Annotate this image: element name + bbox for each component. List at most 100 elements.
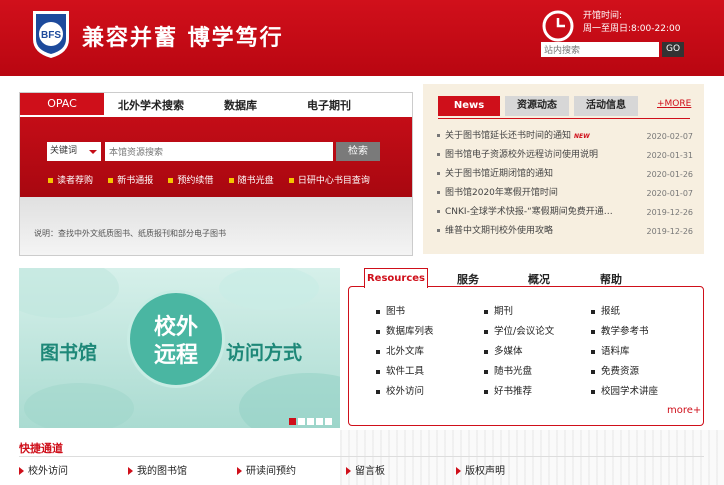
search-field-select[interactable]: 关键词: [47, 142, 101, 161]
bullet-icon: [591, 369, 595, 374]
news-more-link[interactable]: +MORE: [657, 99, 691, 109]
news-item[interactable]: 关于图书馆近期闭馆的通知 2020-01-26: [437, 168, 693, 187]
bullet-icon: [591, 329, 595, 334]
quick-study-room-booking[interactable]: 研读间预约: [237, 462, 296, 477]
logo-text: BFS: [41, 30, 61, 41]
resource-corpus[interactable]: 语料库: [591, 343, 630, 357]
resource-label: 语料库: [601, 346, 630, 357]
bullet-icon: [437, 172, 440, 175]
news-item[interactable]: CNKI-全球学术快报-“寒假期间免费开通… 2019-12-26: [437, 206, 693, 225]
quick-access-title: 快捷通道: [19, 442, 63, 455]
resource-label: 多媒体: [494, 346, 523, 357]
site-search-input[interactable]: [541, 42, 659, 57]
bullet-icon: [228, 178, 234, 183]
resource-label: 图书: [386, 306, 406, 317]
news-item[interactable]: 图书馆2020年寒假开馆时间 2020-01-07: [437, 187, 693, 206]
quick-access-divider: [19, 456, 704, 457]
resource-label: 随书光盘: [494, 366, 533, 377]
clock-icon: [542, 10, 574, 42]
resource-bfsu-repository[interactable]: 北外文库: [376, 343, 424, 357]
news-divider: [438, 118, 690, 119]
link-japan-center-catalog[interactable]: 日研中心书目查询: [288, 173, 370, 186]
link-label: 随书光盘: [237, 176, 274, 186]
bullet-icon: [437, 229, 440, 232]
resource-label: 期刊: [494, 306, 514, 317]
quick-label: 研读间预约: [246, 466, 296, 477]
tab-overview[interactable]: 概况: [528, 271, 550, 287]
resource-multimedia[interactable]: 多媒体: [484, 343, 523, 357]
arrow-right-icon: [237, 467, 242, 475]
opac-note: 说明：查找中外文纸质图书、纸质报刊和部分电子图书: [34, 229, 226, 238]
link-reserve-renew[interactable]: 预约续借: [168, 173, 213, 186]
tab-events[interactable]: 活动信息: [574, 96, 638, 116]
bullet-icon: [484, 389, 488, 394]
tab-databases[interactable]: 数据库: [224, 97, 257, 113]
resource-label: 北外文库: [386, 346, 425, 357]
resource-label: 校外访问: [386, 386, 425, 397]
resource-software-tools[interactable]: 软件工具: [376, 363, 424, 377]
remote-access-banner[interactable]: 图书馆 校外 远程 访问方式: [19, 268, 340, 428]
resource-course-reserves[interactable]: 教学参考书: [591, 323, 649, 337]
resource-books[interactable]: 图书: [376, 303, 405, 317]
link-label: 预约续借: [177, 176, 214, 186]
carousel-dot[interactable]: [325, 418, 332, 425]
link-reader-recommend[interactable]: 读者荐购: [48, 173, 93, 186]
carousel-dot[interactable]: [298, 418, 305, 425]
carousel-dot[interactable]: [307, 418, 314, 425]
quick-off-campus-access[interactable]: 校外访问: [19, 462, 68, 477]
catalog-search-input[interactable]: [105, 142, 333, 161]
tab-services[interactable]: 服务: [457, 271, 479, 287]
news-item[interactable]: 图书馆电子资源校外远程访问使用说明 2020-01-31: [437, 149, 693, 168]
quick-label: 我的图书馆: [137, 466, 187, 477]
catalog-search-button[interactable]: 检索: [336, 142, 380, 161]
resource-label: 教学参考书: [601, 326, 649, 337]
link-label: 日研中心书目查询: [297, 176, 370, 186]
resource-free[interactable]: 免费资源: [591, 363, 639, 377]
news-item[interactable]: 关于图书馆延长还书时间的通知 NEW 2020-02-07: [437, 130, 693, 149]
bullet-icon: [437, 153, 440, 156]
tab-opac[interactable]: OPAC: [20, 93, 104, 115]
tab-resource-updates[interactable]: 资源动态: [505, 96, 569, 116]
resource-theses[interactable]: 学位/会议论文: [484, 323, 554, 337]
bullet-icon: [48, 178, 53, 183]
resource-label: 数据库列表: [386, 326, 434, 337]
site-search-go-button[interactable]: GO: [662, 42, 684, 57]
bullet-icon: [168, 178, 174, 183]
resource-campus-lectures[interactable]: 校园学术讲座: [591, 383, 658, 397]
arrow-right-icon: [456, 467, 461, 475]
resource-off-campus-access[interactable]: 校外访问: [376, 383, 424, 397]
building-sketch-decoration: [340, 430, 724, 485]
resource-book-recommendations[interactable]: 好书推荐: [484, 383, 532, 397]
carousel-dot[interactable]: [316, 418, 323, 425]
university-logo[interactable]: BFS: [29, 9, 73, 59]
resource-book-cd[interactable]: 随书光盘: [484, 363, 532, 377]
link-new-books[interactable]: 新书通报: [108, 173, 153, 186]
resources-panel: 图书 期刊 报纸 数据库列表 学位/会议论文 教学参考书 北外文库 多媒体 语料…: [348, 286, 704, 426]
news-title: 图书馆2020年寒假开馆时间: [445, 188, 558, 198]
chevron-down-icon: [89, 150, 97, 154]
bullet-icon: [484, 349, 488, 354]
resource-database-list[interactable]: 数据库列表: [376, 323, 434, 337]
search-field-value: 关键词: [50, 146, 78, 156]
tab-help[interactable]: 帮助: [600, 271, 622, 287]
news-item[interactable]: 维普中文期刊校外使用攻略 2019-12-26: [437, 225, 693, 244]
tab-news[interactable]: News: [438, 96, 500, 116]
quick-message-board[interactable]: 留言板: [346, 462, 385, 477]
carousel-dot[interactable]: [289, 418, 296, 425]
carousel-dots: [287, 417, 332, 428]
tab-ejournals[interactable]: 电子期刊: [307, 97, 351, 113]
news-date: 2020-01-31: [646, 151, 694, 160]
bullet-icon: [288, 178, 294, 183]
resource-label: 报纸: [601, 306, 621, 317]
arrow-right-icon: [128, 467, 133, 475]
resource-newspapers[interactable]: 报纸: [591, 303, 620, 317]
quick-my-library[interactable]: 我的图书馆: [128, 462, 187, 477]
tab-bfsu-scholar-search[interactable]: 北外学术搜索: [118, 97, 184, 113]
tab-resources[interactable]: Resources: [364, 268, 428, 288]
site-motto: 兼容并蓄 博学笃行: [82, 25, 284, 51]
link-book-cd[interactable]: 随书光盘: [228, 173, 274, 186]
resources-more-link[interactable]: more+: [667, 405, 701, 416]
news-date: 2020-01-26: [646, 170, 694, 179]
quick-copyright-statement[interactable]: 版权声明: [456, 462, 505, 477]
resource-journals[interactable]: 期刊: [484, 303, 513, 317]
